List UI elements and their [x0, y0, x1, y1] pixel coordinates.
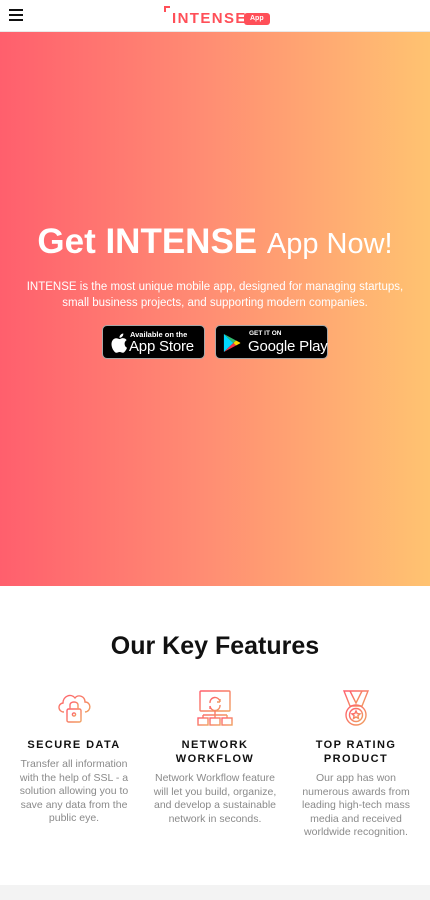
features-heading: Our Key Features — [110, 632, 320, 660]
award-medal-icon — [342, 690, 370, 726]
app-store-big-text: App Store — [129, 338, 194, 355]
feature-title: TOP RATING PRODUCT — [315, 739, 397, 765]
cloud-lock-icon — [58, 694, 91, 723]
google-play-icon — [223, 334, 241, 352]
next-section-edge — [0, 885, 430, 900]
feature-description: Transfer all information with the help o… — [19, 758, 129, 825]
google-play-button[interactable]: GET IT ON Google Play — [215, 325, 328, 359]
feature-top-rating: TOP RATING PRODUCT Our app has won numer… — [286, 688, 426, 840]
feature-description: Network Workflow feature will let you bu… — [153, 772, 277, 825]
hero-section: Get INTENSE App Now! INTENSE is the most… — [0, 32, 430, 586]
logo-badge: App — [244, 13, 270, 25]
apple-icon — [111, 333, 127, 353]
app-store-button[interactable]: Available on the App Store — [102, 325, 205, 359]
feature-description: Our app has won numerous awards from lea… — [302, 772, 410, 839]
top-navbar: INTENSE App — [0, 0, 430, 32]
feature-secure-data: SECURE DATA Transfer all information wit… — [4, 688, 144, 826]
google-play-big-text: Google Play — [248, 338, 328, 355]
feature-title: NETWORK WORKFLOW — [175, 739, 255, 765]
hero-title-bold: Get INTENSE — [37, 222, 258, 261]
feature-title: SECURE DATA — [27, 739, 121, 751]
logo-corner-mark — [164, 6, 170, 12]
google-play-small-text: GET IT ON — [249, 330, 282, 337]
feature-network-workflow: NETWORK WORKFLOW Network Workflow featur… — [145, 688, 285, 826]
network-workflow-icon — [197, 690, 233, 726]
hero-description: INTENSE is the most unique mobile app, d… — [26, 281, 404, 309]
hero-title: Get INTENSE App Now! — [0, 222, 430, 262]
hamburger-menu-icon[interactable] — [9, 9, 23, 21]
logo-text: INTENSE — [172, 10, 247, 27]
hero-title-thin: App Now! — [266, 228, 393, 260]
